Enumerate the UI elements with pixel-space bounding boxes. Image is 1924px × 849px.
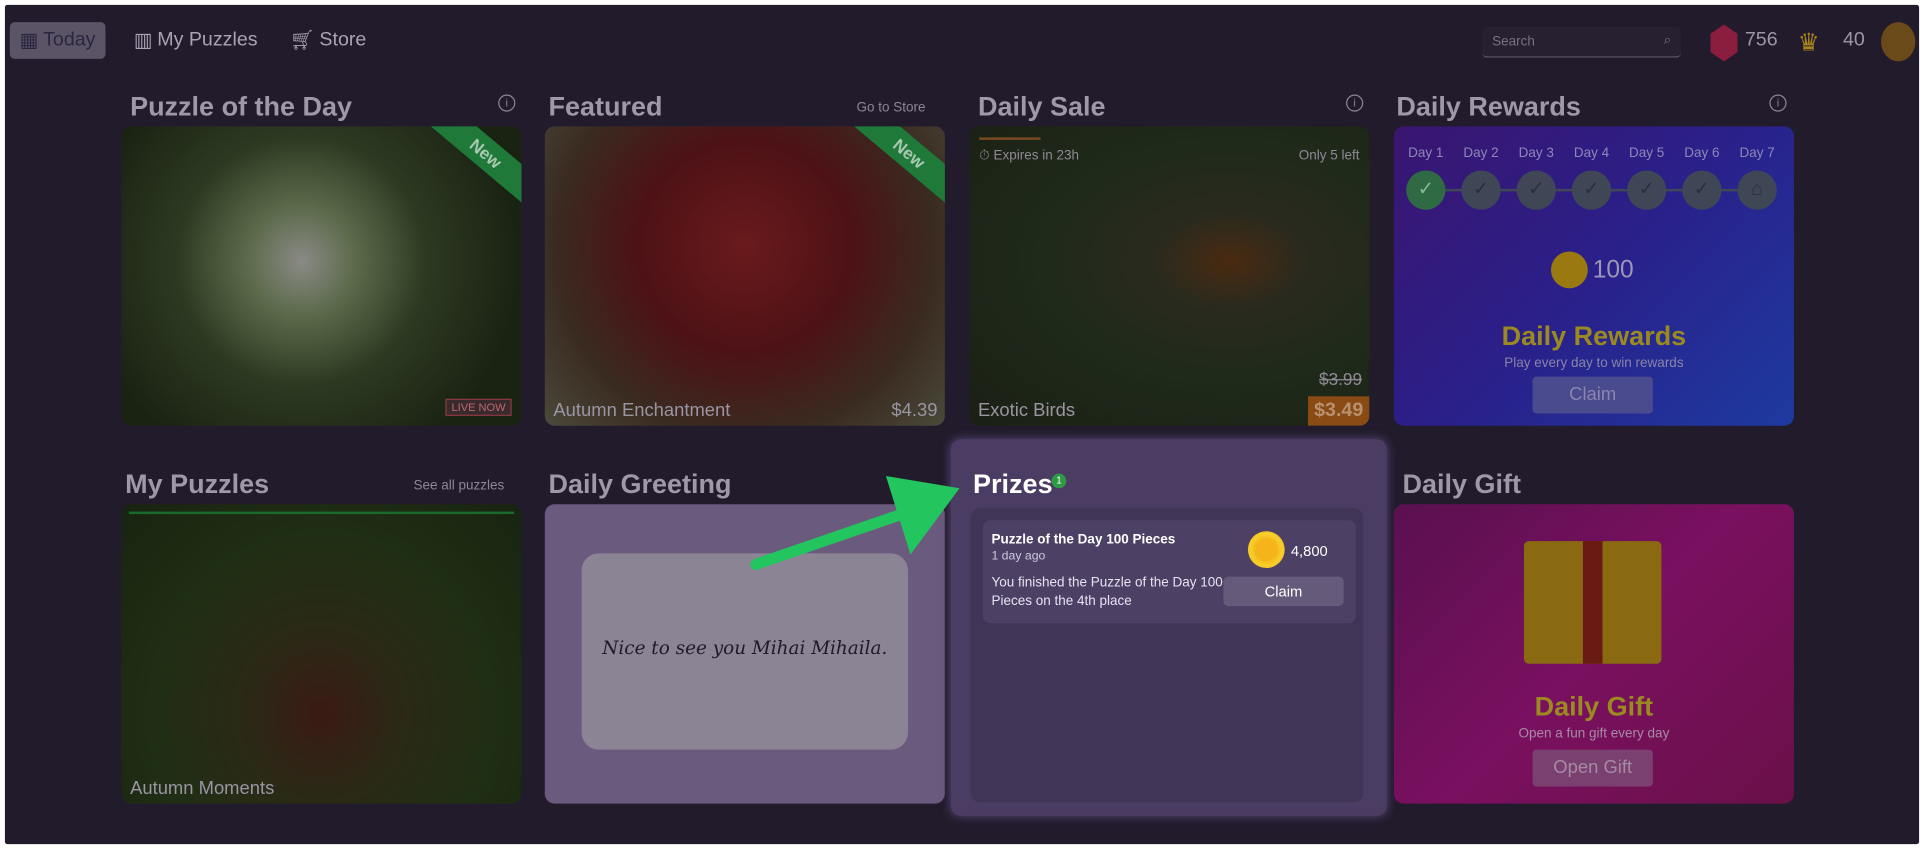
app-window: ▦ Today ▥ My Puzzles 🛒︎ Store Search ⌕ 756 ♛…: [4, 4, 1920, 845]
green-arrow-annotation: [750, 476, 960, 570]
arrow-shaft: [750, 504, 919, 570]
